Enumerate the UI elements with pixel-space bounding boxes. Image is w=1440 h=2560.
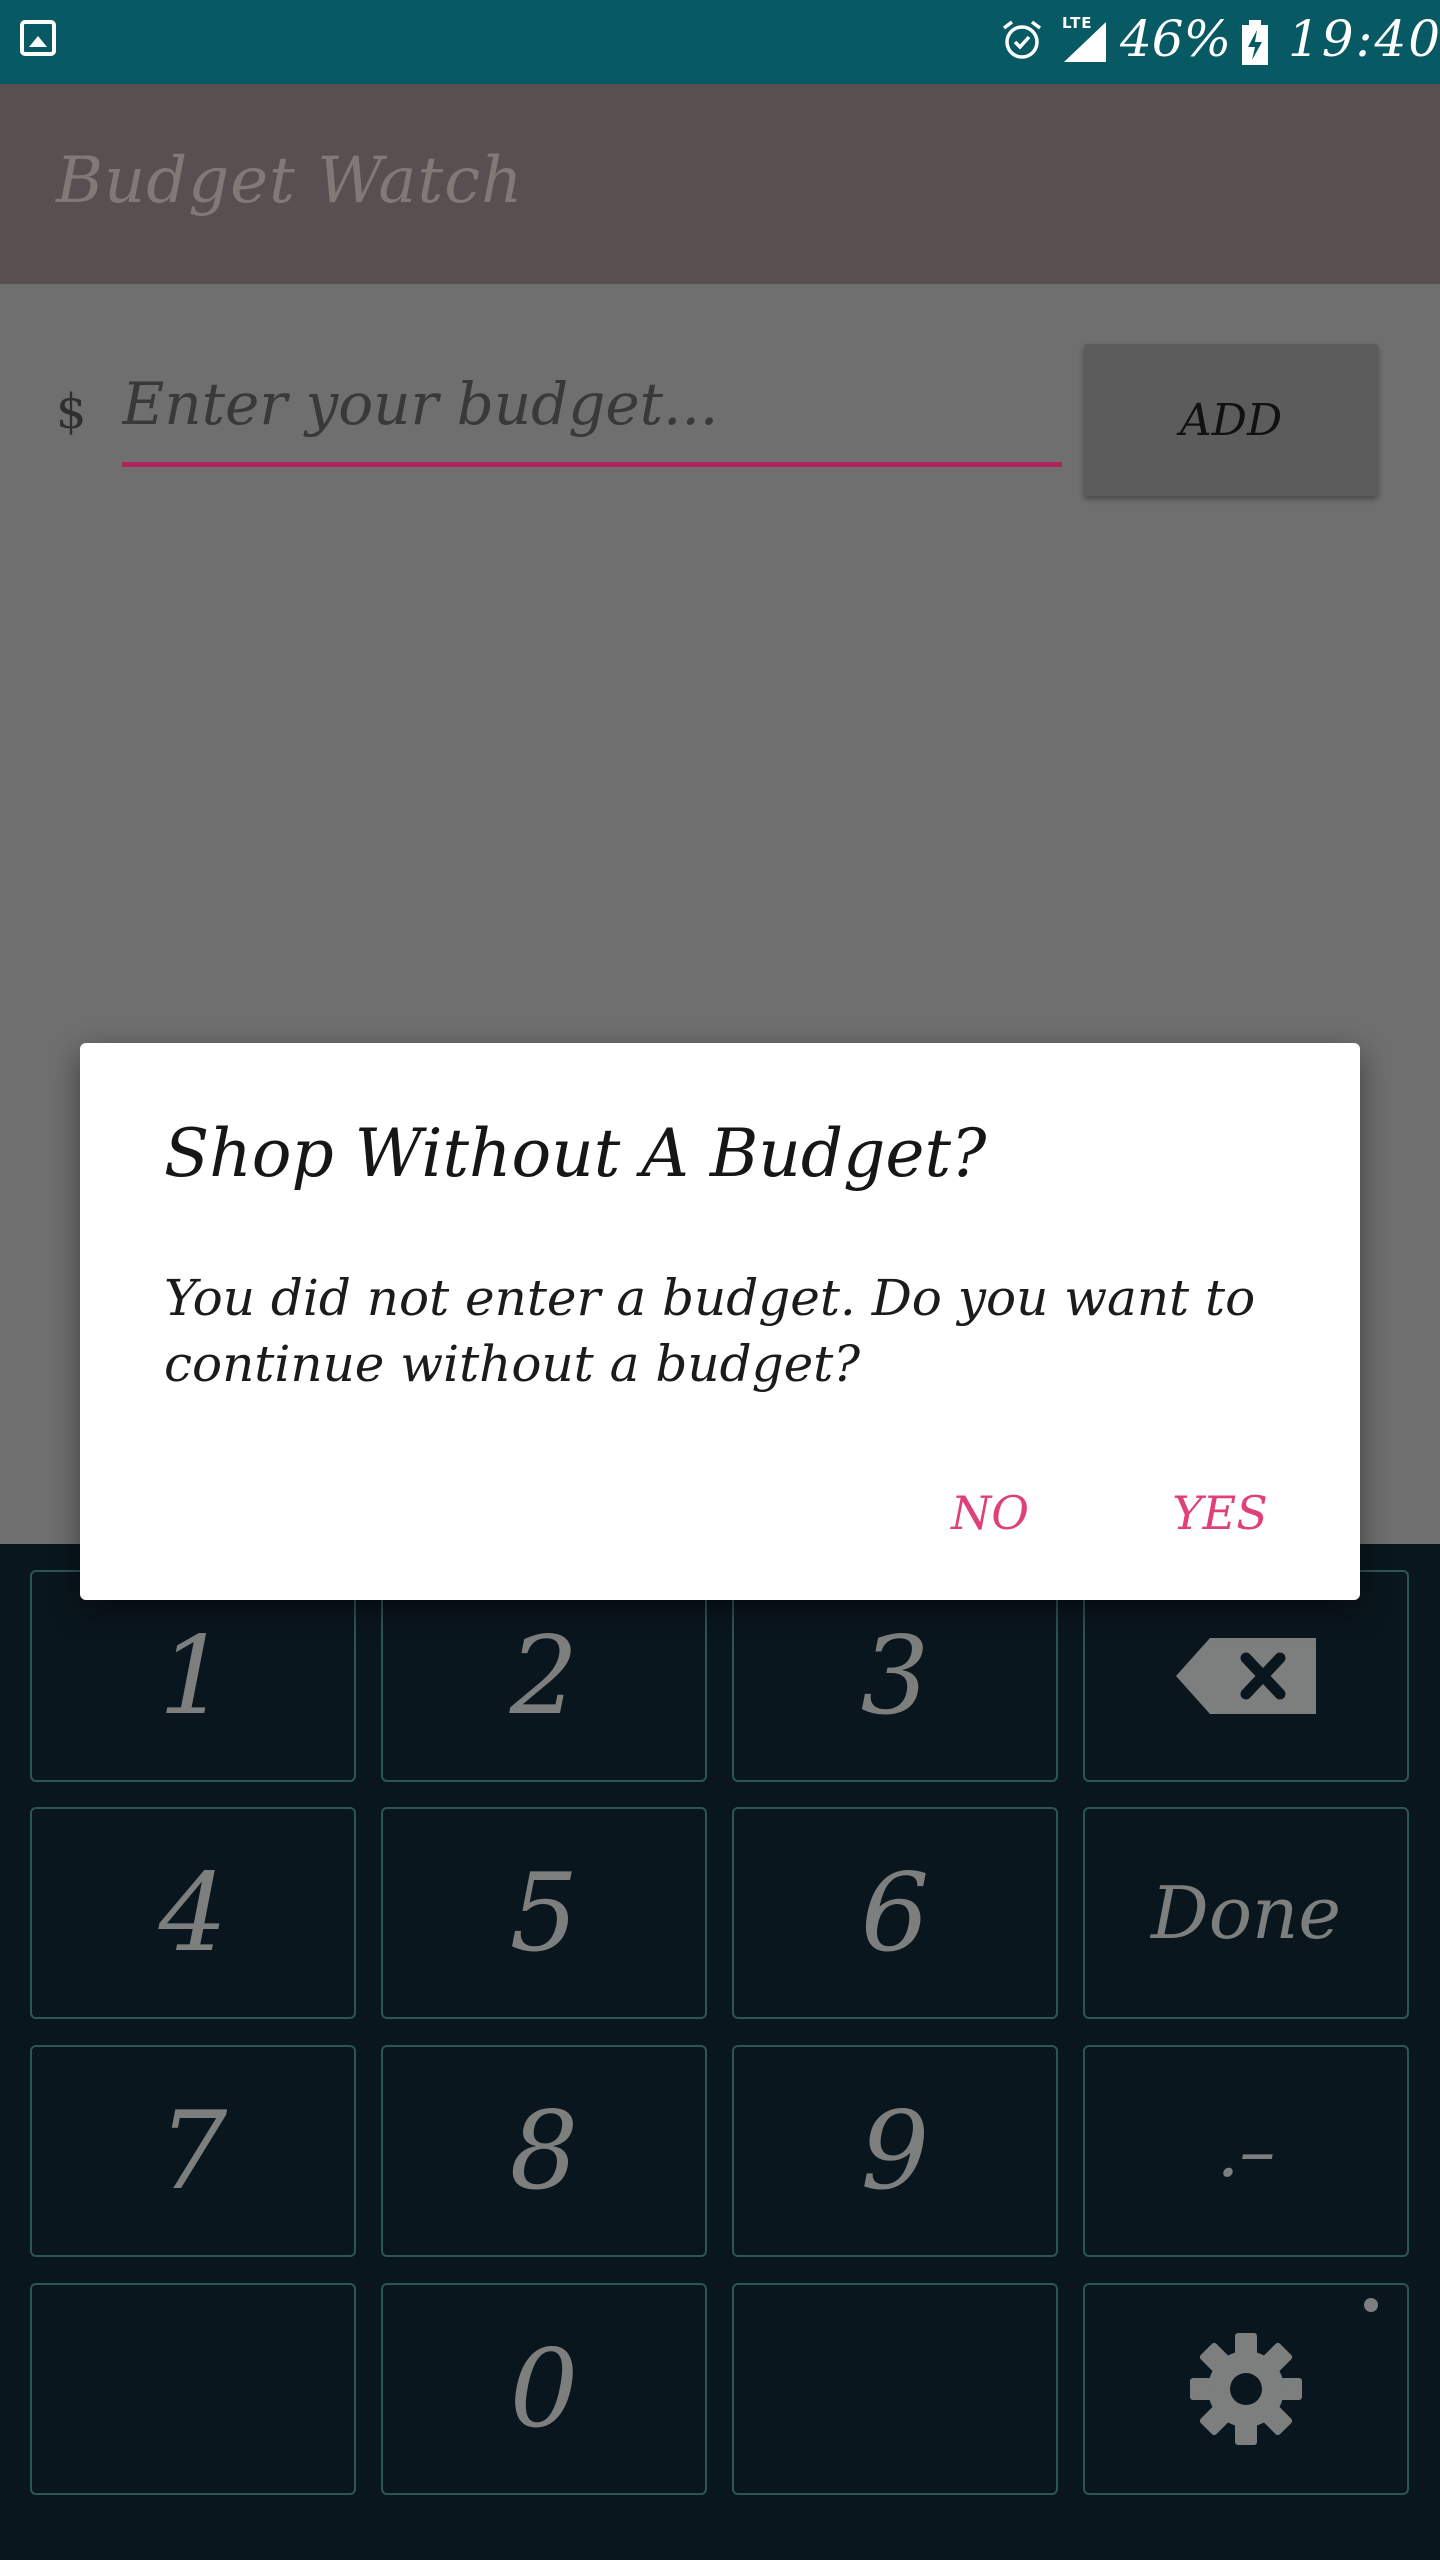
key-5[interactable]: 5 [381, 1807, 707, 2019]
dialog-title: Shop Without A Budget? [164, 1115, 987, 1192]
key-8[interactable]: 8 [381, 2045, 707, 2257]
app-bar: Budget Watch [0, 84, 1440, 284]
key-9[interactable]: 9 [732, 2045, 1058, 2257]
budget-input[interactable] [122, 364, 1062, 444]
settings-key[interactable] [1083, 2283, 1409, 2495]
app-title: Budget Watch [56, 144, 524, 218]
key-6[interactable]: 6 [732, 1807, 1058, 2019]
clock: 19:40 [1288, 10, 1440, 68]
decimal-key[interactable]: .– [1083, 2045, 1409, 2257]
done-key[interactable]: Done [1083, 1807, 1409, 2019]
add-button[interactable]: ADD [1084, 344, 1378, 496]
backspace-icon [1176, 1638, 1316, 1714]
key-7[interactable]: 7 [30, 2045, 356, 2257]
gallery-icon [20, 20, 56, 56]
key-2[interactable]: 2 [381, 1570, 707, 1782]
currency-symbol: $ [56, 384, 87, 440]
key-0[interactable]: 0 [381, 2283, 707, 2495]
key-4[interactable]: 4 [30, 1807, 356, 2019]
battery-charging-icon [1242, 20, 1268, 65]
key-1[interactable]: 1 [30, 1570, 356, 1782]
gear-icon [1190, 2333, 1302, 2445]
input-underline [122, 462, 1062, 467]
key-3[interactable]: 3 [732, 1570, 1058, 1782]
alarm-icon [1002, 20, 1042, 59]
confirm-dialog: Shop Without A Budget? You did not enter… [80, 1043, 1360, 1600]
dialog-message: You did not enter a budget. Do you want … [164, 1269, 1256, 1393]
signal-icon [1064, 22, 1106, 62]
battery-percent: 46% [1120, 10, 1232, 68]
blank-key-right[interactable] [732, 2283, 1058, 2495]
yes-button[interactable]: YES [1140, 1463, 1300, 1563]
no-button[interactable]: NO [920, 1463, 1060, 1563]
blank-key-left[interactable] [30, 2283, 356, 2495]
status-bar: LTE 46% 19:40 [0, 0, 1440, 84]
keyboard-indicator-dot [1364, 2298, 1378, 2312]
backspace-key[interactable] [1083, 1570, 1409, 1782]
